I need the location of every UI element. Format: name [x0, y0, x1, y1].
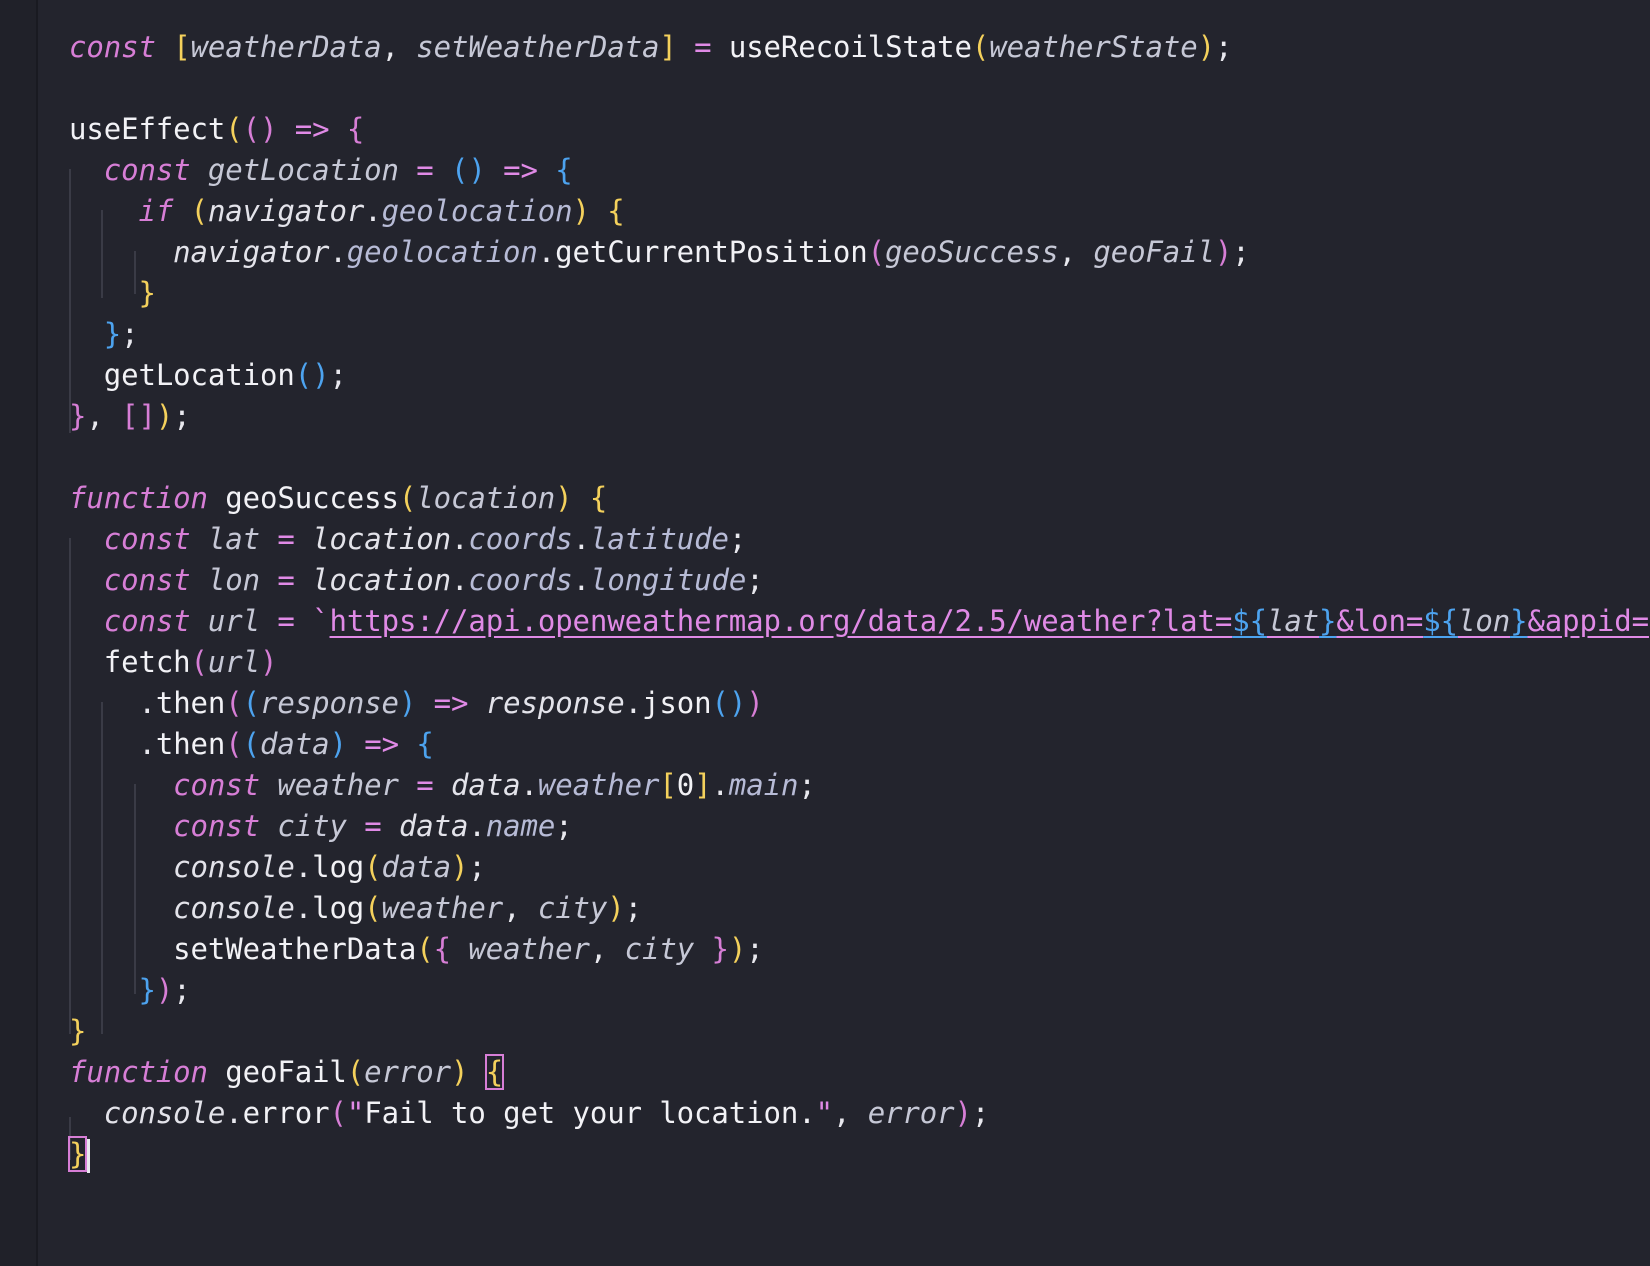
code-line[interactable]: console.log(weather, city); [69, 887, 642, 930]
code-editor[interactable]: const [weatherData, setWeatherData] = us… [0, 0, 1650, 1266]
code-line[interactable]: }; [69, 313, 139, 356]
code-line[interactable]: } [67, 1133, 91, 1176]
code-line[interactable]: const lat = location.coords.latitude; [69, 518, 747, 561]
code-line[interactable]: fetch(url) [69, 641, 278, 684]
code-line[interactable]: console.error("Fail to get your location… [69, 1092, 990, 1135]
code-line[interactable]: getLocation(); [69, 354, 347, 397]
code-line[interactable]: const weather = data.weather[0].main; [69, 764, 816, 807]
code-line[interactable]: } [69, 1010, 86, 1053]
code-line[interactable]: const lon = location.coords.longitude; [69, 559, 764, 602]
code-area[interactable]: const [weatherData, setWeatherData] = us… [67, 26, 1650, 1266]
text-cursor [87, 1139, 91, 1173]
editor-gutter [0, 0, 38, 1266]
code-line[interactable]: setWeatherData({ weather, city }); [69, 928, 764, 971]
code-line[interactable]: function geoSuccess(location) { [69, 477, 607, 520]
code-line[interactable]: console.log(data); [69, 846, 486, 889]
code-line[interactable]: const city = data.name; [69, 805, 573, 848]
code-line[interactable]: if (navigator.geolocation) { [69, 190, 624, 233]
code-line[interactable]: .then((response) => response.json()) [69, 682, 763, 725]
code-line[interactable]: .then((data) => { [69, 723, 433, 766]
code-line[interactable]: const getLocation = () => { [69, 149, 573, 192]
code-line[interactable]: } [69, 272, 155, 315]
code-line[interactable]: function geoFail(error) { [69, 1051, 505, 1094]
code-line[interactable]: const url = `https://api.openweathermap.… [69, 600, 1649, 643]
code-line[interactable]: useEffect(() => { [69, 108, 364, 151]
code-line[interactable]: }, []); [69, 395, 191, 438]
code-line[interactable]: const [weatherData, setWeatherData] = us… [69, 26, 1232, 69]
code-line[interactable]: navigator.geolocation.getCurrentPosition… [69, 231, 1250, 274]
code-line[interactable]: }); [69, 969, 190, 1012]
